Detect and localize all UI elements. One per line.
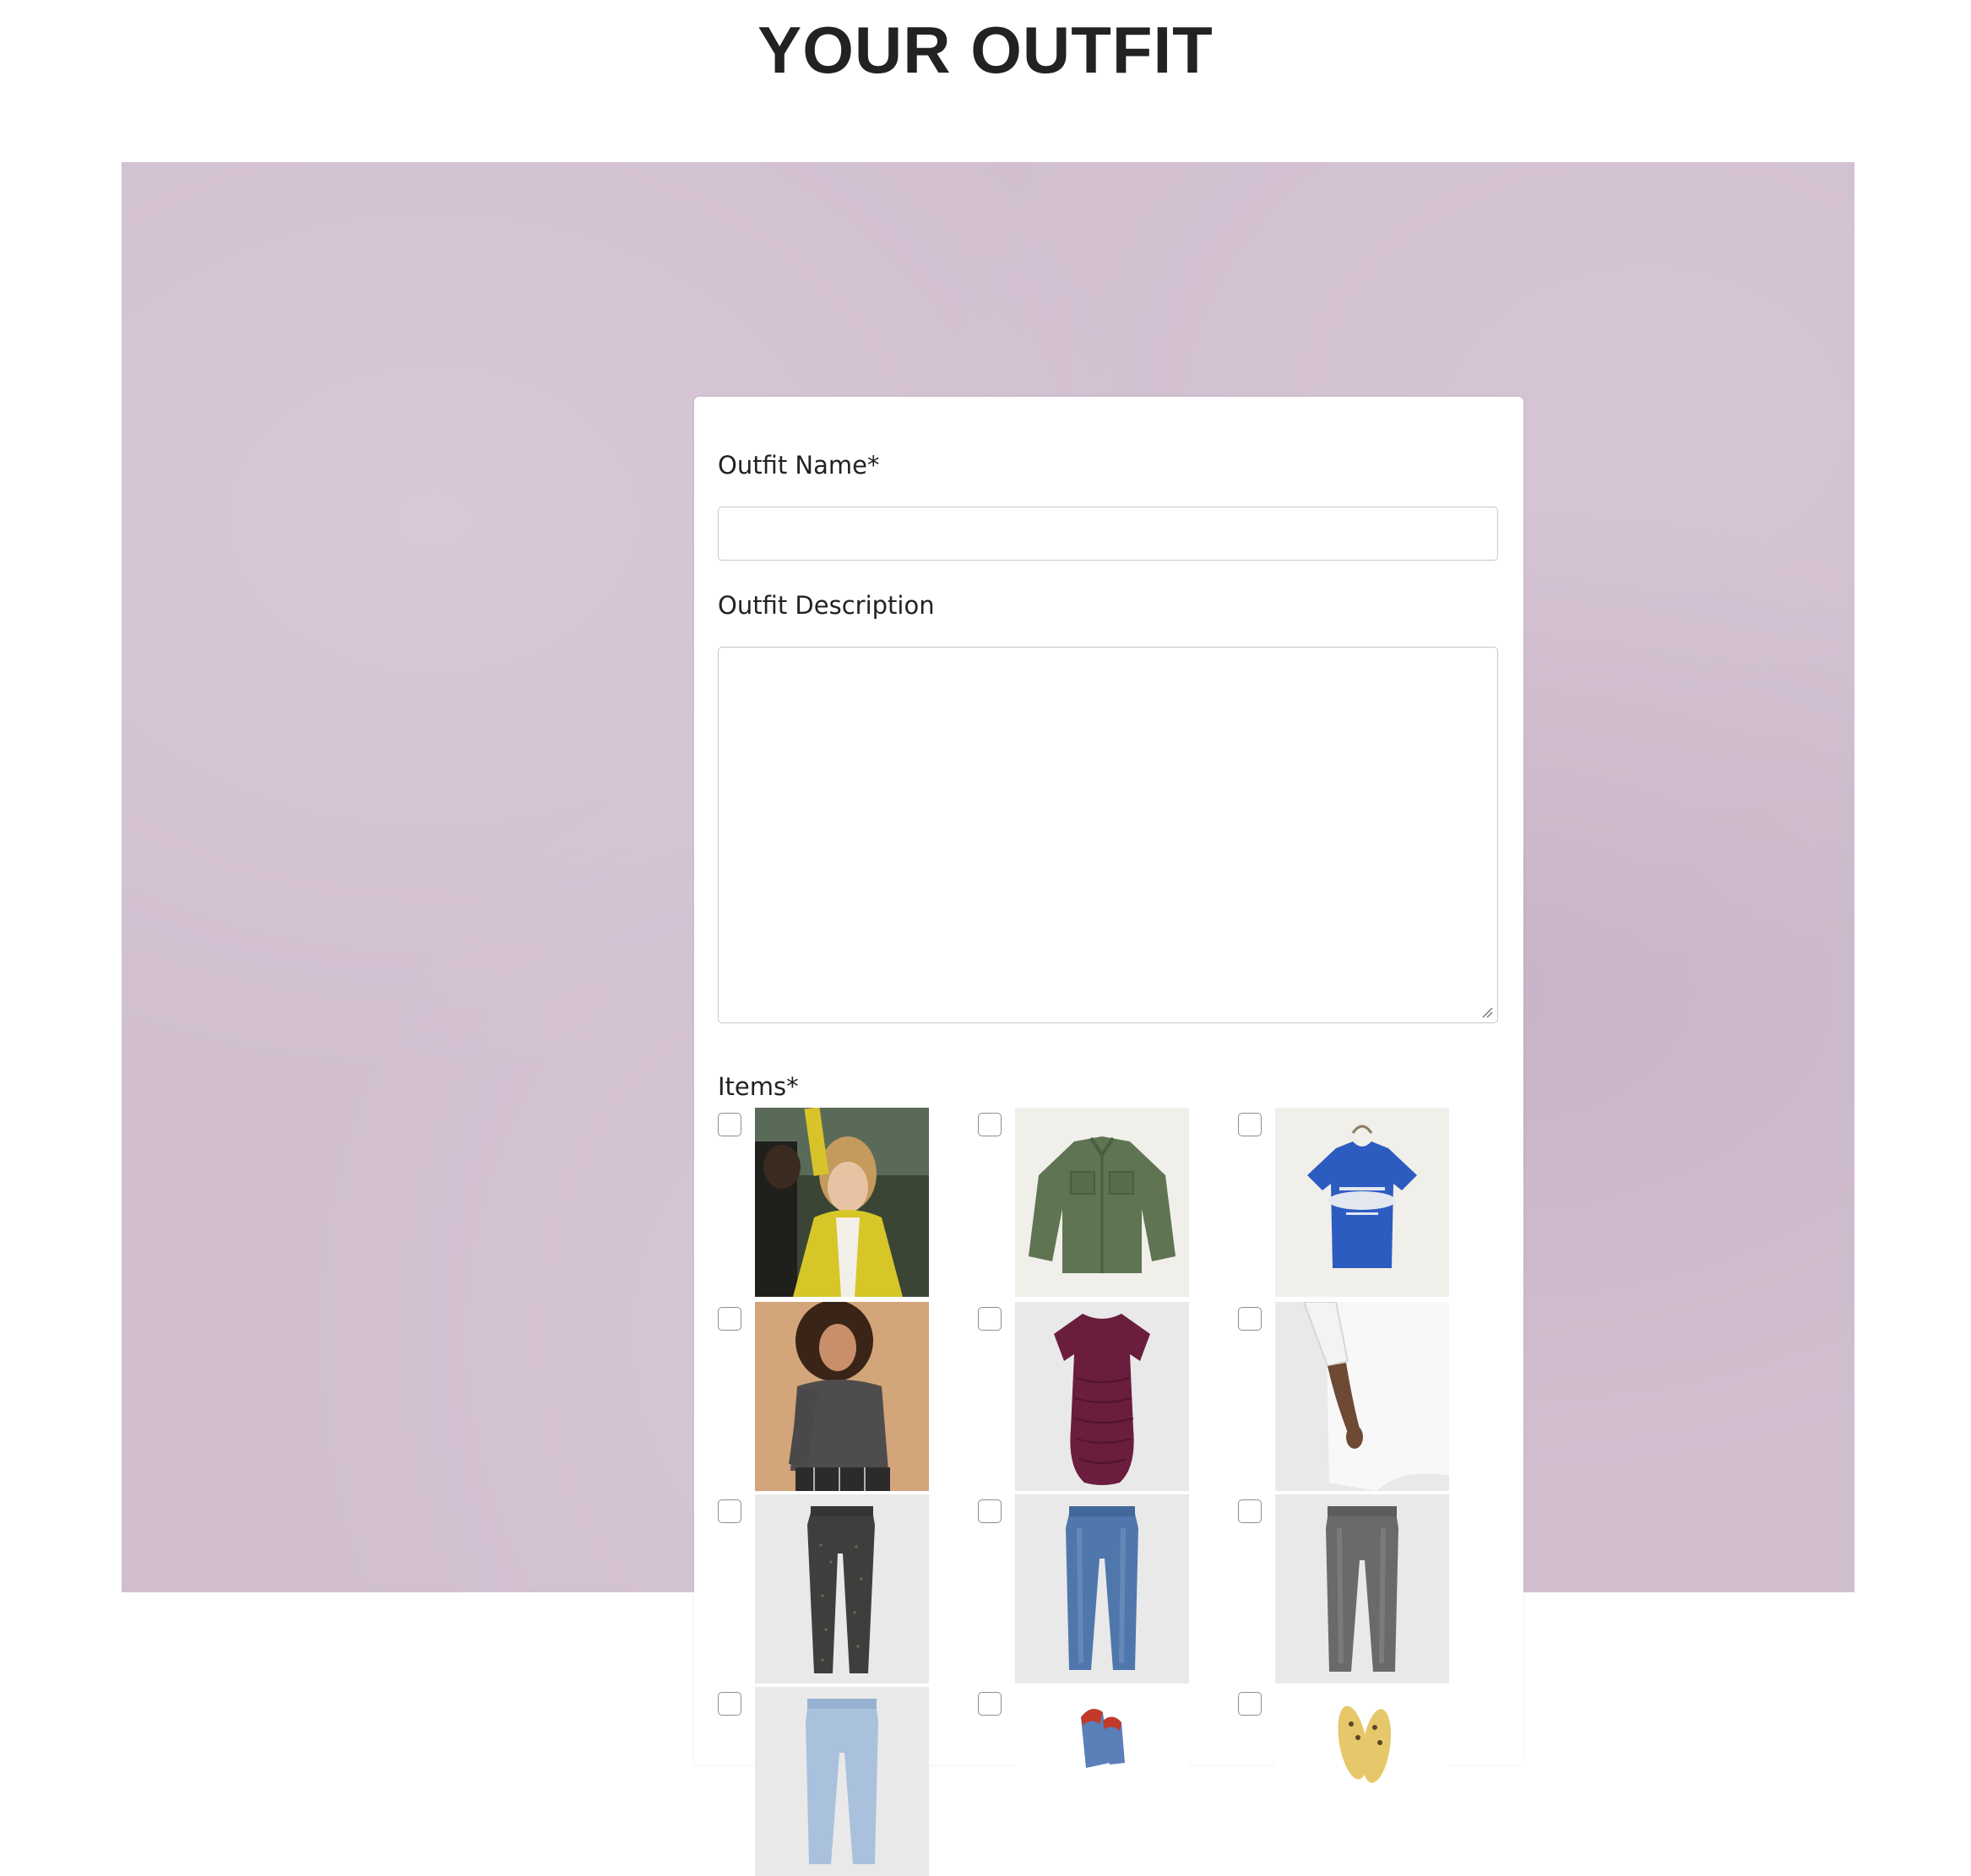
blue-jeans-image: [1015, 1494, 1189, 1684]
item-checkbox[interactable]: [1238, 1692, 1262, 1716]
movie-scene-yellow-cardigan-image: [755, 1108, 929, 1297]
items-grid: [718, 1108, 1512, 1876]
item-option: [1238, 1302, 1483, 1491]
item-checkbox[interactable]: [1238, 1113, 1262, 1136]
item-option: [978, 1494, 1223, 1684]
item-checkbox[interactable]: [978, 1307, 1002, 1331]
item-option: [978, 1108, 1223, 1297]
item-option: [718, 1302, 963, 1491]
grey-jeans-image: [1275, 1494, 1449, 1684]
item-option: [978, 1302, 1223, 1491]
item-option: [1238, 1494, 1483, 1684]
item-option: [1238, 1687, 1483, 1876]
item-checkbox[interactable]: [1238, 1307, 1262, 1331]
black-print-jeans-image: [755, 1494, 929, 1684]
item-option: [718, 1108, 963, 1297]
outfit-name-label: Outfit Name*: [718, 451, 880, 480]
outfit-name-input[interactable]: [718, 507, 1498, 561]
outfit-description-textarea[interactable]: [718, 647, 1498, 1023]
outfit-form-card: Outfit Name* Outfit Description Items*: [694, 397, 1523, 1876]
item-option: [1238, 1108, 1483, 1297]
item-checkbox[interactable]: [978, 1113, 1002, 1136]
light-wash-jeans-image: [755, 1687, 929, 1876]
white-shirt-dress-image: [1275, 1302, 1449, 1491]
item-checkbox[interactable]: [1238, 1499, 1262, 1523]
resize-handle-icon[interactable]: [1481, 1006, 1493, 1018]
socks-image: [1015, 1687, 1189, 1876]
items-label: Items*: [718, 1072, 799, 1101]
item-option: [718, 1687, 963, 1876]
item-checkbox[interactable]: [718, 1113, 741, 1136]
outfit-description-label: Outfit Description: [718, 591, 935, 620]
item-checkbox[interactable]: [978, 1692, 1002, 1716]
page-backdrop: Outfit Name* Outfit Description Items*: [122, 162, 1854, 1876]
yellow-sandals-image: [1275, 1687, 1449, 1876]
page-title: YOUR OUTFIT: [757, 13, 1214, 87]
item-checkbox[interactable]: [718, 1499, 741, 1523]
item-checkbox[interactable]: [718, 1307, 741, 1331]
grey-sweater-model-image: [755, 1302, 929, 1491]
item-checkbox[interactable]: [978, 1499, 1002, 1523]
item-option: [718, 1494, 963, 1684]
blue-graphic-tee-image: [1275, 1108, 1449, 1297]
green-utility-jacket-image: [1015, 1108, 1189, 1297]
burgundy-ruched-dress-image: [1015, 1302, 1189, 1491]
item-option: [978, 1687, 1223, 1876]
item-checkbox[interactable]: [718, 1692, 741, 1716]
